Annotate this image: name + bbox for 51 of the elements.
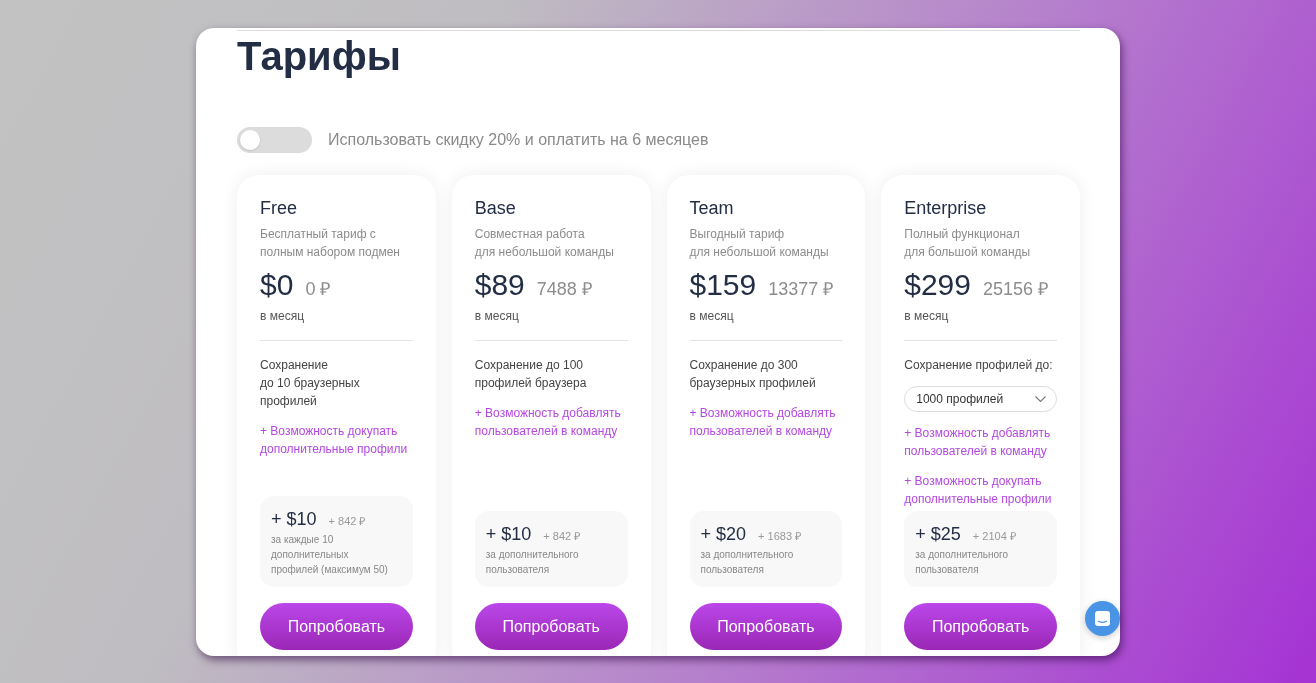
addon-price-rub: + 842 ₽ [543,529,581,544]
plan-price: $89 [474,267,525,303]
price-period: в месяц [689,308,734,325]
price-period: в месяц [260,308,304,325]
feature-text: Сохранение до 10 браузерных профилей [260,357,360,410]
plan-price-rub: 0 ₽ [305,278,331,301]
addon-note: за дополнительного пользователя [915,548,1010,577]
price-period: в месяц [904,308,949,325]
plan-description: Бесплатный тариф с полным набором подмен [260,226,400,261]
plan-price: $0 [260,267,294,303]
addon-price-rub: + 1683 ₽ [758,529,802,544]
addon-price: + $25 [915,523,961,545]
plan-price-rub: 7488 ₽ [536,278,592,301]
chevron-down-icon [1035,396,1046,402]
plan-name: Free [260,197,297,219]
addon-price-rub: + 842 ₽ [328,514,366,529]
try-button[interactable]: Попробовать [689,603,843,650]
addon-note: за дополнительного пользователя [700,548,795,577]
addon-note: за каждые 10 дополнительных профилей (максимум 50) [271,533,389,577]
plan-name: Base [474,197,516,219]
try-button[interactable]: Попробовать [474,603,628,650]
try-button[interactable]: Попробовать [904,603,1057,650]
addon-price: + $20 [700,523,747,545]
discount-switch[interactable] [237,127,312,153]
plan-name: Team [689,197,734,219]
feature-text: Сохранение профилей до: [904,357,1053,374]
plan-price: $299 [904,267,971,303]
plan-description: Совместная работа для небольшой команды [474,226,614,261]
price-period: в месяц [474,308,519,325]
plan-description: Полный функционал для большой команды [904,226,1031,261]
chat-icon [1095,611,1110,626]
feature-extra-text: + Возможность докупать дополнительные профили [260,423,408,458]
addon-price-rub: + 2104 ₽ [972,529,1016,544]
plan-price: $159 [689,267,757,303]
plan-name: Enterprise [904,197,987,219]
feature-text: Сохранение до 100 профилей браузера [474,357,587,392]
profiles-select[interactable]: 1000 профилей [904,386,1057,412]
addon-price: + $10 [485,523,532,545]
try-button[interactable]: Попробовать [260,603,413,650]
feature-extra-text: + Возможность докупать дополнительные профили [904,473,1052,508]
addon-price: + $10 [271,508,317,530]
plan-description: Выгодный тариф для небольшой команды [689,226,829,261]
plan-price-rub: 25156 ₽ [983,278,1049,301]
discount-label: Использовать скидку 20% и оплатить на 6 месяцев [328,130,709,150]
feature-extra-text: + Возможность добавлять пользователей в команду [904,425,1051,460]
feature-extra-text: + Возможность добавлять пользователей в команду [474,405,621,440]
page-title: Тарифы [237,33,401,80]
addon-note: за дополнительного пользователя [485,548,580,577]
feature-extra-text: + Возможность добавлять пользователей в команду [689,405,836,440]
feature-text: Сохранение до 300 браузерных профилей [689,357,816,392]
plan-price-rub: 13377 ₽ [768,278,834,301]
